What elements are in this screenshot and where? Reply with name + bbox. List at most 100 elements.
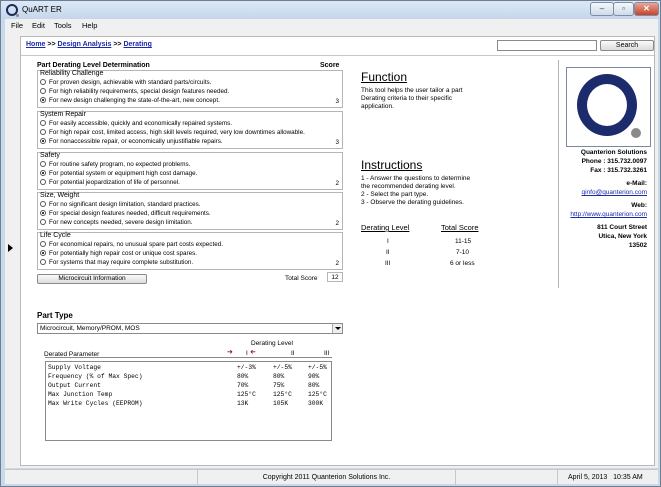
maximize-button[interactable]: ▫ [613,2,634,16]
option-row[interactable]: For easily accessible, quickly and econo… [40,120,232,127]
radio-button-selected[interactable] [40,138,46,144]
total-score-value: 12 [327,272,343,282]
breadcrumb-derating[interactable]: Derating [123,41,151,48]
search-input[interactable] [497,40,597,51]
score-table-level: II [386,249,390,256]
breadcrumb-separator: >> [113,41,122,48]
menu-edit[interactable]: Edit [32,21,45,30]
breadcrumb-home[interactable]: Home [26,41,45,48]
microcircuit-info-button[interactable]: Microcircuit Information [37,274,147,284]
radio-button[interactable] [40,120,46,126]
option-row[interactable]: For new concepts needed, severe design l… [40,219,193,226]
option-label: For easily accessible, quickly and econo… [49,120,233,127]
option-row[interactable]: For proven design, achievable with stand… [40,79,211,86]
function-line: This tool helps the user tailor a part [361,87,463,94]
search-button[interactable]: Search [600,40,654,51]
option-row[interactable]: For systems that may require complete su… [40,259,193,266]
email-link[interactable]: qinfo@quanterion.com [582,189,648,197]
table-row: Max Write Cycles (EEPROM) [48,400,142,407]
option-row[interactable]: For special design features needed, diff… [40,210,211,217]
menu-tools[interactable]: Tools [54,21,72,30]
cell-level-2: +/-5% [273,364,292,371]
close-button[interactable]: ✕ [634,2,659,16]
option-label: For high repair cost, limited access, hi… [49,129,305,136]
score-header: Score [320,62,340,69]
web-link[interactable]: http://www.quanterion.com [570,211,647,219]
q-logo-icon [577,74,637,136]
table-row: Output Current [48,382,101,389]
group-reliability-challenge: Reliability Challenge For proven design,… [37,70,343,108]
option-row[interactable]: For routine safety program, no expected … [40,161,190,168]
option-row[interactable]: For potential system or equipment high c… [40,170,197,177]
derating-listbox[interactable]: Supply Voltage Frequency (% of Max Spec)… [45,361,332,441]
option-row[interactable]: For new design challenging the state-of-… [40,97,220,104]
level-header-3: III [324,350,330,357]
group-label: System Repair [40,111,86,118]
option-label: For new concepts needed, severe design l… [49,219,193,226]
company-phone: Phone : 315.732.0097 [581,158,647,165]
table-header-divider [45,357,332,358]
option-label: For systems that may require complete su… [49,259,194,266]
chevron-down-icon[interactable] [332,324,342,333]
option-row[interactable]: For nonaccessible repair, or economicall… [40,138,223,145]
row-param: Frequency (% of Max Spec) [48,373,143,380]
client-area: Home >> Design Analysis >> Derating Sear… [5,32,658,468]
instruction-line: 2 - Select the part type. [361,191,429,198]
score-table-range: 7-10 [456,249,470,256]
derating-page: Home >> Design Analysis >> Derating Sear… [20,36,655,466]
level-header-2: II [291,350,295,357]
option-label: For potential jeopardization of life of … [49,179,180,186]
radio-button-selected[interactable] [40,250,46,256]
option-row[interactable]: For economical repairs, no unusual spare… [40,241,223,248]
row-param: Max Write Cycles (EEPROM) [48,400,143,407]
menu-help[interactable]: Help [82,21,97,30]
option-row[interactable]: For potentially high repair cost or uniq… [40,250,197,257]
level-header-1: I [246,350,248,357]
radio-button[interactable] [40,161,46,167]
status-time: 10:35 AM [613,474,643,481]
cell-level-2: 125°C [273,391,292,398]
score-table-header-score: Total Score [441,223,479,232]
expand-arrow-icon[interactable] [8,244,13,252]
group-score: 3 [335,98,339,105]
radio-button-selected[interactable] [40,97,46,103]
option-row[interactable]: For high repair cost, limited access, hi… [40,129,305,136]
table-row: Frequency (% of Max Spec) [48,373,142,380]
menu-file[interactable]: File [11,21,23,30]
option-label: For economical repairs, no unusual spare… [49,241,223,248]
option-row[interactable]: For no significant design limitation, st… [40,201,201,208]
radio-button-selected[interactable] [40,170,46,176]
minimize-button[interactable]: – [590,2,614,16]
radio-button[interactable] [40,79,46,85]
part-type-select[interactable]: Microcircuit, Memory/PROM, MOS [37,323,343,334]
radio-button[interactable] [40,241,46,247]
radio-button[interactable] [40,129,46,135]
breadcrumb-design-analysis[interactable]: Design Analysis [58,41,112,48]
instruction-line: the recommended derating level. [361,183,456,190]
group-label: Safety [40,152,60,159]
menu-bar: File Edit Tools Help [5,19,658,32]
option-label: For proven design, achievable with stand… [49,79,212,86]
title-bar[interactable]: QuART ER – ▫ ✕ [1,1,660,19]
row-param: Max Junction Temp [48,391,113,398]
radio-button[interactable] [40,219,46,225]
radio-button[interactable] [40,88,46,94]
part-type-value: Microcircuit, Memory/PROM, MOS [40,325,140,332]
option-row[interactable]: For potential jeopardization of life of … [40,179,180,186]
form-title: Part Derating Level Determination [37,62,150,69]
option-row[interactable]: For high reliability requirements, speci… [40,88,229,95]
radio-button[interactable] [40,179,46,185]
status-copyright: Copyright 2011 Quanterion Solutions Inc. [197,470,455,485]
option-label: For potentially high repair cost or uniq… [49,250,198,257]
radio-button-selected[interactable] [40,210,46,216]
radio-button[interactable] [40,201,46,207]
company-fax: Fax : 315.732.3261 [590,167,647,174]
company-street: 811 Court Street [597,224,647,231]
option-label: For no significant design limitation, st… [49,201,201,208]
cell-level-3: 90% [308,373,320,380]
function-heading: Function [361,70,408,84]
radio-button[interactable] [40,259,46,265]
company-panel-divider [558,60,559,288]
group-label: Life Cycle [40,232,71,239]
cell-level-3: +/-5% [308,364,327,371]
